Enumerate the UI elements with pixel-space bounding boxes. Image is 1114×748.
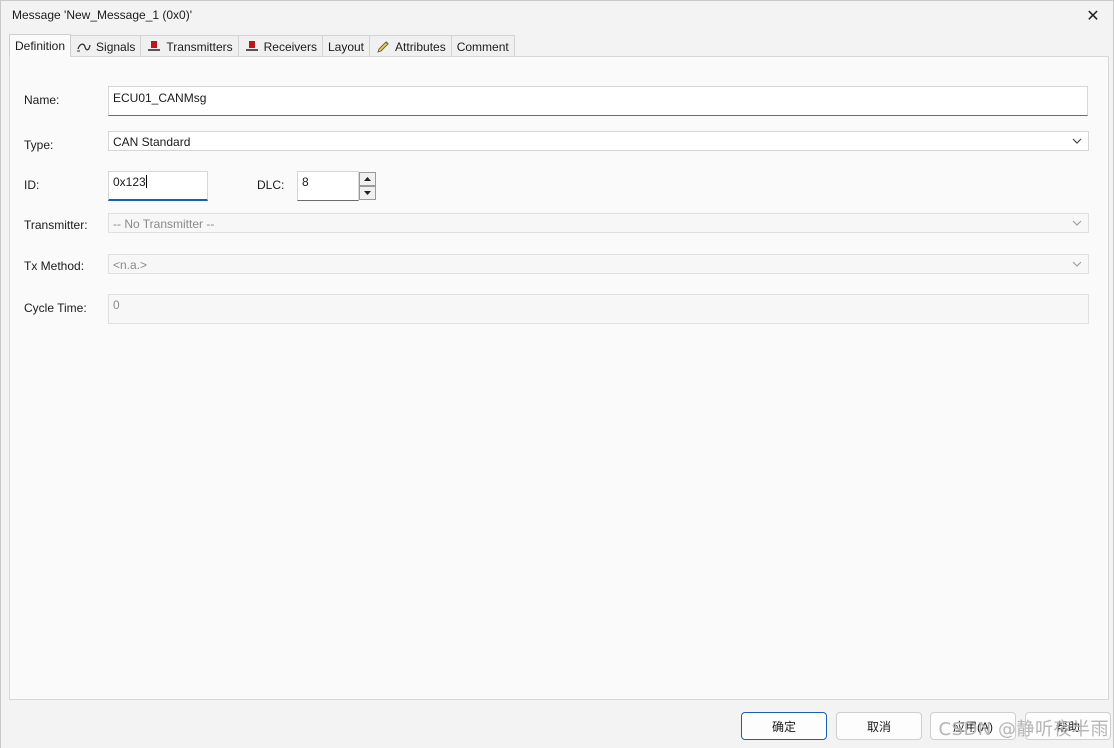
tab-label: Transmitters: [166, 39, 233, 54]
tab-label: Attributes: [395, 39, 446, 54]
chevron-down-icon: [1072, 261, 1082, 267]
pencil-icon: [375, 40, 391, 54]
id-input-value: 0x123: [113, 175, 146, 189]
tab-strip: Definition Signals Transmitters Receiver…: [9, 34, 515, 57]
type-select[interactable]: CAN Standard: [108, 131, 1089, 151]
name-input[interactable]: ECU01_CANMsg: [108, 86, 1088, 116]
dlc-label: DLC:: [257, 178, 285, 192]
type-label: Type:: [24, 138, 54, 152]
tab-label: Receivers: [263, 39, 317, 54]
tab-label: Comment: [456, 39, 509, 54]
close-icon: ✕: [1086, 8, 1100, 25]
arrow-down-icon: [364, 191, 371, 195]
window-title: Message 'New_Message_1 (0x0)': [12, 8, 192, 22]
chevron-down-icon: [1072, 138, 1082, 144]
transmitter-select-value: -- No Transmitter --: [113, 217, 215, 231]
cancel-button[interactable]: 取消: [836, 712, 922, 740]
tab-label: Definition: [15, 39, 66, 53]
tab-receivers[interactable]: Receivers: [237, 35, 323, 57]
transmitter-label: Transmitter:: [24, 218, 88, 232]
id-input[interactable]: 0x123: [108, 171, 208, 201]
type-select-value: CAN Standard: [113, 135, 191, 149]
tab-attributes[interactable]: Attributes: [369, 35, 452, 57]
dlc-spin-up-button[interactable]: [359, 172, 376, 186]
id-label: ID:: [24, 178, 40, 192]
text-cursor: [145, 175, 147, 188]
message-dialog: Message 'New_Message_1 (0x0)' ✕ Definiti…: [0, 0, 1114, 748]
receiver-icon: [244, 40, 260, 54]
cycletime-label: Cycle Time:: [24, 301, 87, 315]
tab-signals[interactable]: Signals: [70, 35, 142, 57]
cycletime-input[interactable]: 0: [108, 294, 1089, 324]
name-label: Name:: [24, 93, 60, 107]
tab-label: Layout: [327, 39, 365, 54]
dlc-input[interactable]: 8: [297, 171, 359, 201]
ok-button[interactable]: 确定: [741, 712, 827, 740]
tab-layout[interactable]: Layout: [321, 35, 371, 57]
txmethod-select[interactable]: <n.a.>: [108, 254, 1089, 274]
dlc-spin-down-button[interactable]: [359, 186, 376, 200]
title-bar: Message 'New_Message_1 (0x0)' ✕: [1, 1, 1113, 31]
txmethod-select-value: <n.a.>: [113, 258, 148, 272]
definition-panel: [9, 56, 1109, 700]
transmitter-select[interactable]: -- No Transmitter --: [108, 213, 1089, 233]
close-button[interactable]: ✕: [1081, 5, 1105, 27]
watermark: CSDN @静听夜半雨: [938, 719, 1109, 740]
transmitter-icon: [146, 40, 162, 54]
txmethod-label: Tx Method:: [24, 259, 85, 273]
tab-comment[interactable]: Comment: [450, 35, 515, 57]
tab-label: Signals: [96, 39, 136, 54]
chevron-down-icon: [1072, 220, 1082, 226]
tab-definition[interactable]: Definition: [9, 34, 72, 57]
arrow-up-icon: [364, 177, 371, 181]
tab-transmitters[interactable]: Transmitters: [140, 35, 239, 57]
signals-icon: [76, 40, 92, 54]
